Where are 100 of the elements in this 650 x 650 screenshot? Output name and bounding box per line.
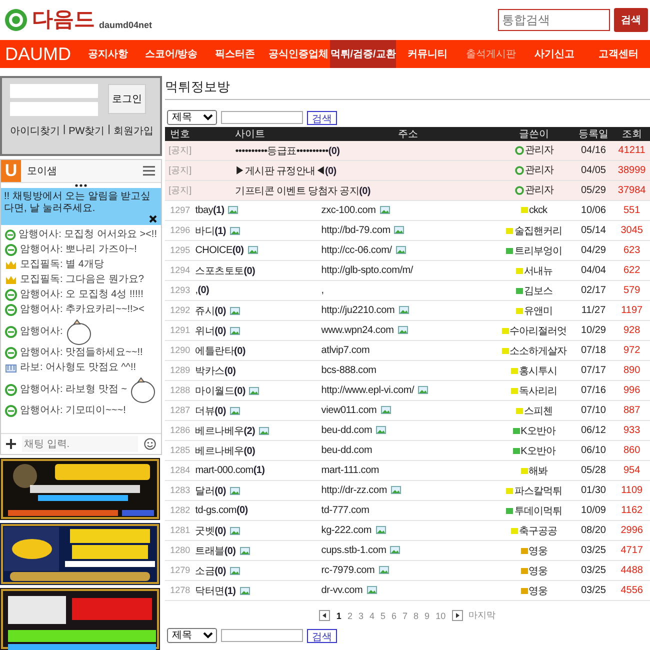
chat-message: 모집필독: 그다음은 뭔가요? bbox=[20, 274, 144, 286]
login-button[interactable]: 로그인 bbox=[108, 84, 146, 114]
author-name[interactable]: 술집핸커리 bbox=[514, 224, 562, 238]
level-icon bbox=[516, 288, 523, 294]
site-address: rc-7979.com bbox=[321, 565, 375, 576]
next-page-icon[interactable] bbox=[452, 610, 463, 621]
site-link[interactable]: tbay(1) bbox=[195, 205, 224, 216]
level-icon bbox=[502, 328, 508, 334]
account-link[interactable]: 회원가입 bbox=[113, 124, 154, 138]
site-link[interactable]: 스포츠토토(0) bbox=[195, 266, 256, 276]
author-name[interactable]: 독사리리 bbox=[519, 384, 557, 398]
site-link[interactable]: CHOICE(0) bbox=[195, 245, 244, 256]
author-name[interactable]: 트리부엉이 bbox=[514, 244, 562, 258]
site-link[interactable]: 굿벳(0) bbox=[195, 526, 226, 536]
account-link[interactable]: PW찾기 bbox=[68, 124, 105, 138]
page-link[interactable]: 8 bbox=[414, 610, 419, 620]
author-name[interactable]: 파스칼먹튀 bbox=[514, 484, 562, 498]
previous-page-icon[interactable] bbox=[319, 610, 330, 621]
board-title: 먹튀정보방 bbox=[165, 76, 650, 100]
author-name[interactable]: ckck bbox=[529, 204, 547, 216]
post-date: 06/12 bbox=[580, 425, 606, 436]
site-link[interactable]: 바디(1) bbox=[195, 226, 226, 236]
page-link[interactable]: 10 bbox=[436, 610, 446, 620]
page-link[interactable]: 6 bbox=[392, 610, 397, 620]
search-button[interactable]: 검색 bbox=[614, 8, 648, 32]
logo-text[interactable]: 다음드 bbox=[32, 8, 95, 32]
view-count: 928 bbox=[623, 325, 640, 336]
site-link[interactable]: 쥬시(0) bbox=[195, 306, 226, 316]
author-name[interactable]: 유앤미 bbox=[524, 304, 552, 318]
author-name[interactable]: 영웅 bbox=[528, 584, 548, 598]
nav-tab[interactable]: 공식인증업체 bbox=[266, 40, 330, 68]
site-link[interactable]: 닥터면(1) bbox=[195, 586, 236, 596]
level-icon bbox=[502, 348, 508, 354]
page-link[interactable]: 1 bbox=[336, 610, 342, 620]
password-field[interactable] bbox=[10, 102, 98, 116]
search-type-dropdown[interactable]: 제목 bbox=[167, 628, 217, 643]
column-header: 사이트 bbox=[195, 127, 322, 141]
author-name[interactable]: 해봐 bbox=[528, 464, 548, 478]
author-name[interactable]: 서내뉴 bbox=[524, 264, 552, 278]
page-link[interactable]: 3 bbox=[358, 610, 364, 620]
account-link[interactable]: 아이디찾기 bbox=[10, 124, 60, 138]
search-field[interactable] bbox=[221, 111, 303, 124]
nav-tab[interactable]: 픽스터존 bbox=[203, 40, 267, 68]
nav-tab[interactable]: 사기신고 bbox=[522, 40, 586, 68]
column-header: 등록일 bbox=[573, 127, 614, 141]
site-link[interactable]: 더뷰(0) bbox=[195, 406, 226, 416]
site-link[interactable]: 위너(0) bbox=[195, 326, 226, 336]
site-link[interactable]: td-gs.com(0) bbox=[195, 505, 248, 516]
page-link[interactable]: 2 bbox=[347, 610, 352, 620]
site-link[interactable]: 베르나베우(2) bbox=[195, 426, 256, 436]
site-link[interactable]: mart-000.com(1) bbox=[195, 465, 265, 476]
nav-tab[interactable]: 공지사항 bbox=[76, 40, 140, 68]
chat-input[interactable]: 채팅 입력. bbox=[22, 436, 138, 452]
close-icon[interactable] bbox=[149, 215, 157, 223]
search-button[interactable]: 검색 bbox=[307, 628, 337, 642]
nav-tab[interactable]: 고객센터 bbox=[586, 40, 650, 68]
site-address: dr-vv.com bbox=[321, 585, 363, 596]
site-link[interactable]: 달러(0) bbox=[195, 486, 226, 496]
author-name[interactable]: 투데이먹튀 bbox=[514, 504, 562, 518]
page-link[interactable]: 5 bbox=[380, 610, 386, 620]
nav-tab[interactable]: 스코어/방송 bbox=[140, 40, 204, 68]
page-link[interactable]: 7 bbox=[402, 610, 408, 620]
brand-link[interactable]: DAUMD bbox=[0, 40, 76, 68]
menu-icon[interactable] bbox=[143, 166, 155, 176]
post-date: 10/29 bbox=[580, 325, 606, 336]
chat-message: 암행어사: 오 모집청 4성 !!!!! bbox=[20, 289, 144, 301]
search-field[interactable]: 통합검색 bbox=[498, 9, 610, 31]
post-number: 1295 bbox=[170, 245, 190, 255]
page-link[interactable]: 9 bbox=[424, 610, 430, 620]
author-name[interactable]: 김보스 bbox=[524, 284, 552, 298]
site-link[interactable]: 에틀란타(0) bbox=[195, 346, 246, 356]
author-name[interactable]: 스피첸 bbox=[524, 404, 552, 418]
author-name[interactable]: 홍시투시 bbox=[519, 364, 557, 378]
search-type-dropdown[interactable]: 제목 bbox=[167, 110, 217, 125]
author-name[interactable]: 영웅 bbox=[528, 564, 548, 578]
author-name[interactable]: K오반아 bbox=[520, 424, 556, 438]
author-name[interactable]: 소소하게살자 bbox=[510, 344, 566, 358]
post-date: 03/25 bbox=[580, 585, 606, 596]
site-link[interactable]: 박카스(0) bbox=[195, 366, 236, 376]
site-link[interactable]: 마이월드(0) bbox=[195, 386, 246, 396]
author-name[interactable]: 영웅 bbox=[528, 544, 548, 558]
post-number: 1296 bbox=[170, 225, 190, 235]
search-button[interactable]: 검색 bbox=[307, 110, 337, 124]
id-field[interactable] bbox=[10, 84, 98, 98]
nav-tab[interactable]: 먹튀/검증/교환 bbox=[330, 40, 396, 68]
site-link[interactable]: 소금(0) bbox=[195, 566, 226, 576]
nav-tab[interactable]: 커뮤니티 bbox=[396, 40, 460, 68]
author-name[interactable]: K오반아 bbox=[520, 444, 556, 458]
level-icon bbox=[516, 268, 523, 274]
site-link[interactable]: 베르나베우(0) bbox=[195, 446, 256, 456]
level-icon bbox=[520, 548, 528, 554]
site-link[interactable]: 트래블(0) bbox=[195, 546, 236, 556]
author-name[interactable]: 수아리절러엇 bbox=[510, 324, 566, 338]
site-link[interactable]: ,(0) bbox=[195, 285, 210, 296]
separator: | bbox=[108, 124, 110, 137]
page-link[interactable]: 4 bbox=[369, 610, 374, 620]
search-field[interactable] bbox=[221, 629, 303, 642]
last-page-link[interactable]: 마지막 bbox=[468, 609, 496, 622]
author-name[interactable]: 축구공공 bbox=[519, 524, 557, 538]
post-number: 1284 bbox=[170, 465, 190, 475]
